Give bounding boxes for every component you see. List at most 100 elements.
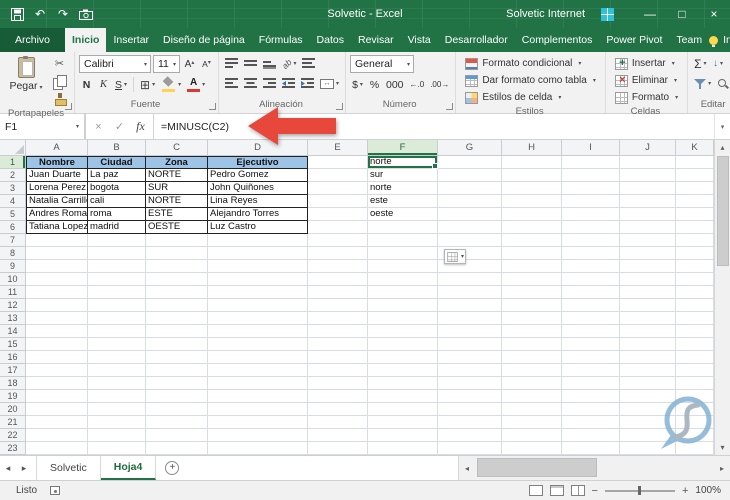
orientation-button[interactable]: ab ▾ <box>280 55 298 72</box>
font-color-button[interactable]: ▾ <box>185 76 207 93</box>
font-size-select[interactable]: 11 ▾ <box>152 55 180 73</box>
fill-down-button[interactable]: ↓ ▾ <box>711 55 726 72</box>
cell-B5[interactable]: roma <box>88 208 146 221</box>
align-left-button[interactable] <box>223 75 240 92</box>
cell-K6[interactable] <box>676 221 714 234</box>
normal-view-button[interactable] <box>528 485 543 496</box>
cell-H21[interactable] <box>502 416 562 429</box>
cell-K10[interactable] <box>676 273 714 286</box>
dialog-launcher-icon[interactable] <box>64 103 72 110</box>
cell-G2[interactable] <box>438 169 502 182</box>
row-header-16[interactable]: 16 <box>0 351 26 364</box>
align-right-button[interactable] <box>261 75 278 92</box>
minimize-button[interactable]: — <box>634 0 666 28</box>
row-header-2[interactable]: 2 <box>0 169 26 182</box>
cell-E20[interactable] <box>308 403 368 416</box>
cell-B12[interactable] <box>88 299 146 312</box>
tab-vista[interactable]: Vista <box>401 28 438 52</box>
align-bottom-button[interactable] <box>261 55 278 72</box>
scroll-right-icon[interactable]: ▸ <box>714 456 730 480</box>
cell-A16[interactable] <box>26 351 88 364</box>
column-header-K[interactable]: K <box>676 140 714 156</box>
row-header-17[interactable]: 17 <box>0 364 26 377</box>
italic-button[interactable]: K <box>96 76 111 93</box>
row-header-8[interactable]: 8 <box>0 247 26 260</box>
merge-center-button[interactable]: ↔ ▾ <box>318 75 341 92</box>
cell-D18[interactable] <box>208 377 308 390</box>
autofill-options-button[interactable]: ▾ <box>444 249 466 264</box>
cell-D21[interactable] <box>208 416 308 429</box>
decrease-font-button[interactable]: A▾ <box>199 56 214 73</box>
column-header-A[interactable]: A <box>26 140 88 156</box>
undo-icon[interactable]: ↶ <box>32 6 48 22</box>
cell-J17[interactable] <box>620 364 676 377</box>
dialog-launcher-icon[interactable] <box>208 103 216 110</box>
cell-H7[interactable] <box>502 234 562 247</box>
align-middle-button[interactable] <box>242 55 259 72</box>
cell-A15[interactable] <box>26 338 88 351</box>
cell-D4[interactable]: Lina Reyes <box>208 195 308 208</box>
cell-G17[interactable] <box>438 364 502 377</box>
cell-H12[interactable] <box>502 299 562 312</box>
cell-F1[interactable]: norte <box>368 156 438 169</box>
cell-G20[interactable] <box>438 403 502 416</box>
cell-F9[interactable] <box>368 260 438 273</box>
cell-C18[interactable] <box>146 377 208 390</box>
horizontal-scroll-track[interactable] <box>475 456 714 480</box>
cell-F18[interactable] <box>368 377 438 390</box>
cell-E23[interactable] <box>308 442 368 455</box>
cell-H14[interactable] <box>502 325 562 338</box>
dialog-launcher-icon[interactable] <box>336 103 343 110</box>
align-top-button[interactable] <box>223 55 240 72</box>
horizontal-scroll-thumb[interactable] <box>477 458 597 477</box>
cell-K7[interactable] <box>676 234 714 247</box>
cell-B16[interactable] <box>88 351 146 364</box>
decrease-indent-button[interactable] <box>280 75 297 92</box>
cell-E15[interactable] <box>308 338 368 351</box>
borders-button[interactable]: ⊞ ▾ <box>138 76 157 93</box>
cell-A3[interactable]: Lorena Perez <box>26 182 88 195</box>
tab-inicio[interactable]: Inicio <box>65 28 107 52</box>
cell-I7[interactable] <box>562 234 620 247</box>
cell-I10[interactable] <box>562 273 620 286</box>
cell-E13[interactable] <box>308 312 368 325</box>
cell-A8[interactable] <box>26 247 88 260</box>
cell-C19[interactable] <box>146 390 208 403</box>
cell-I21[interactable] <box>562 416 620 429</box>
cell-F14[interactable] <box>368 325 438 338</box>
cell-I15[interactable] <box>562 338 620 351</box>
cell-J7[interactable] <box>620 234 676 247</box>
row-header-19[interactable]: 19 <box>0 390 26 403</box>
cell-H10[interactable] <box>502 273 562 286</box>
column-header-G[interactable]: G <box>438 140 502 156</box>
cell-E12[interactable] <box>308 299 368 312</box>
cell-D8[interactable] <box>208 247 308 260</box>
cell-G19[interactable] <box>438 390 502 403</box>
cell-F6[interactable] <box>368 221 438 234</box>
cell-H4[interactable] <box>502 195 562 208</box>
cell-B18[interactable] <box>88 377 146 390</box>
cell-E9[interactable] <box>308 260 368 273</box>
cell-E5[interactable] <box>308 208 368 221</box>
macro-record-icon[interactable] <box>50 486 61 495</box>
sort-filter-button[interactable]: ▾ <box>692 75 713 92</box>
cell-I9[interactable] <box>562 260 620 273</box>
cell-E4[interactable] <box>308 195 368 208</box>
column-header-I[interactable]: I <box>562 140 620 156</box>
comma-style-button[interactable]: 000 <box>384 76 406 93</box>
cell-K15[interactable] <box>676 338 714 351</box>
cell-E14[interactable] <box>308 325 368 338</box>
increase-font-button[interactable]: A▴ <box>182 56 197 73</box>
cell-I1[interactable] <box>562 156 620 169</box>
cell-D6[interactable]: Luz Castro <box>208 221 308 234</box>
cell-B11[interactable] <box>88 286 146 299</box>
cell-I16[interactable] <box>562 351 620 364</box>
cell-A5[interactable]: Andres Roman <box>26 208 88 221</box>
cell-F5[interactable]: oeste <box>368 208 438 221</box>
cell-F23[interactable] <box>368 442 438 455</box>
cell-D14[interactable] <box>208 325 308 338</box>
cell-G16[interactable] <box>438 351 502 364</box>
select-all-corner[interactable] <box>0 140 26 156</box>
cell-D2[interactable]: Pedro Gomez <box>208 169 308 182</box>
zoom-out-button[interactable]: − <box>592 485 598 497</box>
